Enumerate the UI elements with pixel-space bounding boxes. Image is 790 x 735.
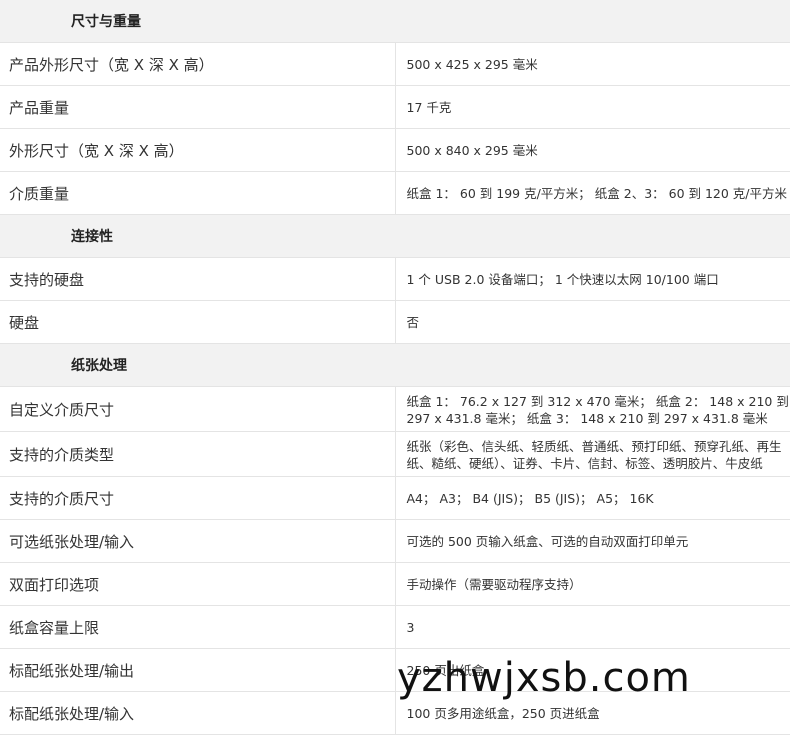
spec-label: 可选纸张处理/输入 <box>0 519 396 563</box>
section-header-size-weight: 尺寸与重量 <box>0 0 790 43</box>
spec-value: 手动操作（需要驱动程序支持） <box>395 562 790 606</box>
spec-row: 可选纸张处理/输入 可选的 500 页输入纸盒、可选的自动双面打印单元 <box>0 519 790 563</box>
spec-label: 支持的介质尺寸 <box>0 476 396 520</box>
section-title: 尺寸与重量 <box>0 0 790 43</box>
spec-label: 支持的介质类型 <box>0 431 396 477</box>
spec-label: 双面打印选项 <box>0 562 396 606</box>
spec-row: 外形尺寸（宽 X 深 X 高） 500 x 840 x 295 毫米 <box>0 128 790 172</box>
spec-value: 3 <box>395 605 790 649</box>
spec-value: 1 个 USB 2.0 设备端口； 1 个快速以太网 10/100 端口 <box>395 257 790 301</box>
spec-value: 500 x 425 x 295 毫米 <box>395 42 790 86</box>
spec-value: A4； A3； B4 (JIS)； B5 (JIS)； A5； 16K <box>395 476 790 520</box>
spec-value: 否 <box>395 300 790 344</box>
spec-value: 纸盒 1： 60 到 199 克/平方米； 纸盒 2、3： 60 到 120 克… <box>395 171 790 215</box>
spec-value: 17 千克 <box>395 85 790 129</box>
watermark: yzhwjxsb.com <box>397 655 691 701</box>
spec-row: 双面打印选项 手动操作（需要驱动程序支持） <box>0 562 790 606</box>
section-header-connectivity: 连接性 <box>0 214 790 258</box>
spec-value: 纸张（彩色、信头纸、轻质纸、普通纸、预打印纸、预穿孔纸、再生纸、糙纸、硬纸）、证… <box>395 431 790 477</box>
spec-row: 支持的硬盘 1 个 USB 2.0 设备端口； 1 个快速以太网 10/100 … <box>0 257 790 301</box>
spec-label: 标配纸张处理/输出 <box>0 648 396 692</box>
section-title: 纸张处理 <box>0 343 790 387</box>
spec-row: 产品外形尺寸（宽 X 深 X 高） 500 x 425 x 295 毫米 <box>0 42 790 86</box>
spec-row: 支持的介质类型 纸张（彩色、信头纸、轻质纸、普通纸、预打印纸、预穿孔纸、再生纸、… <box>0 431 790 477</box>
spec-value: 500 x 840 x 295 毫米 <box>395 128 790 172</box>
spec-row: 产品重量 17 千克 <box>0 85 790 129</box>
spec-row: 纸盒容量上限 3 <box>0 605 790 649</box>
spec-label: 支持的硬盘 <box>0 257 396 301</box>
spec-row: 支持的介质尺寸 A4； A3； B4 (JIS)； B5 (JIS)； A5； … <box>0 476 790 520</box>
spec-row: 自定义介质尺寸 纸盒 1： 76.2 x 127 到 312 x 470 毫米；… <box>0 386 790 432</box>
spec-label: 产品重量 <box>0 85 396 129</box>
section-header-paper-handling: 纸张处理 <box>0 343 790 387</box>
spec-row: 介质重量 纸盒 1： 60 到 199 克/平方米； 纸盒 2、3： 60 到 … <box>0 171 790 215</box>
spec-label: 自定义介质尺寸 <box>0 386 396 432</box>
section-title: 连接性 <box>0 214 790 258</box>
spec-label: 标配纸张处理/输入 <box>0 691 396 735</box>
spec-row: 硬盘 否 <box>0 300 790 344</box>
spec-table: 尺寸与重量 产品外形尺寸（宽 X 深 X 高） 500 x 425 x 295 … <box>0 0 790 735</box>
spec-value: 纸盒 1： 76.2 x 127 到 312 x 470 毫米； 纸盒 2： 1… <box>395 386 790 432</box>
spec-value: 可选的 500 页输入纸盒、可选的自动双面打印单元 <box>395 519 790 563</box>
spec-label: 外形尺寸（宽 X 深 X 高） <box>0 128 396 172</box>
spec-label: 硬盘 <box>0 300 396 344</box>
spec-label: 产品外形尺寸（宽 X 深 X 高） <box>0 42 396 86</box>
spec-label: 纸盒容量上限 <box>0 605 396 649</box>
spec-label: 介质重量 <box>0 171 396 215</box>
